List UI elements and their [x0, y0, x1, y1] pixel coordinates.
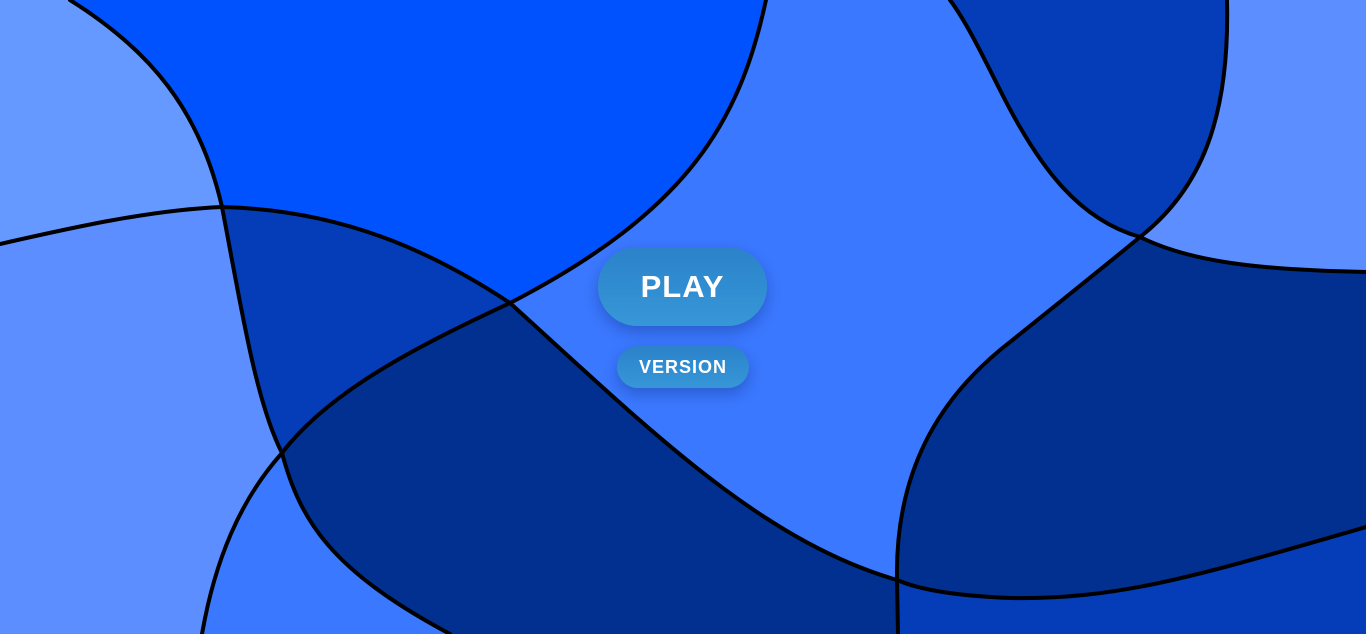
game-screen: PLAY VERSION [0, 0, 1366, 634]
version-button[interactable]: VERSION [617, 346, 749, 388]
play-button[interactable]: PLAY [598, 247, 767, 326]
